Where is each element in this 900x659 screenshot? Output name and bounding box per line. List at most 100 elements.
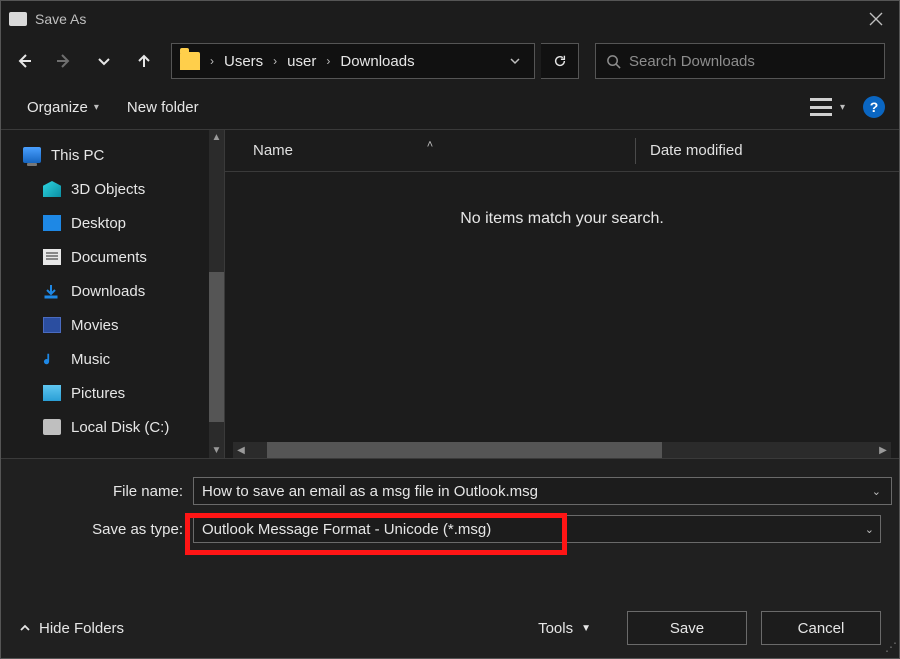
close-button[interactable] — [853, 1, 899, 37]
savetype-row: Save as type: Outlook Message Format - U… — [19, 515, 881, 543]
forward-button[interactable] — [47, 43, 81, 79]
sidebar-label: Movies — [71, 317, 119, 334]
savetype-value: Outlook Message Format - Unicode (*.msg) — [202, 521, 491, 538]
sidebar-label: Music — [71, 351, 110, 368]
documents-icon — [43, 249, 61, 265]
sidebar-label: This PC — [51, 147, 104, 164]
sidebar-label: Downloads — [71, 283, 145, 300]
desktop-icon — [43, 215, 61, 231]
scroll-up-icon[interactable]: ▲ — [209, 130, 224, 145]
arrow-left-icon — [16, 53, 32, 69]
recent-locations-button[interactable] — [87, 43, 121, 79]
arrow-right-icon — [56, 53, 72, 69]
3d-objects-icon — [43, 181, 61, 197]
body-split: This PC 3D Objects Desktop Documents — [1, 129, 899, 458]
chevron-right-icon: › — [204, 54, 220, 68]
tools-menu[interactable]: Tools ▼ — [538, 620, 591, 637]
search-box[interactable] — [595, 43, 885, 79]
new-folder-button[interactable]: New folder — [127, 99, 199, 116]
chevron-down-icon — [509, 55, 521, 67]
toolbar: Organize ▾ New folder ▾ ? — [1, 85, 899, 129]
up-button[interactable] — [127, 43, 161, 79]
scroll-down-icon[interactable]: ▼ — [209, 443, 224, 458]
cancel-button[interactable]: Cancel — [761, 611, 881, 645]
sidebar-label: Pictures — [71, 385, 125, 402]
scroll-left-icon[interactable]: ◀ — [233, 442, 249, 458]
breadcrumb-user[interactable]: user — [283, 53, 320, 70]
sidebar-label: 3D Objects — [71, 181, 145, 198]
sidebar-item-pictures[interactable]: Pictures — [23, 376, 224, 410]
back-button[interactable] — [7, 43, 41, 79]
help-button[interactable]: ? — [863, 96, 885, 118]
filename-input[interactable] — [193, 477, 892, 505]
chevron-up-icon — [19, 622, 31, 634]
address-history-button[interactable] — [500, 44, 530, 78]
sidebar-item-movies[interactable]: Movies — [23, 308, 224, 342]
refresh-button[interactable] — [541, 43, 579, 79]
view-options-button[interactable] — [810, 98, 832, 116]
chevron-right-icon: › — [267, 54, 283, 68]
this-pc-icon — [23, 147, 41, 163]
downloads-icon — [43, 283, 61, 299]
savetype-select[interactable]: Outlook Message Format - Unicode (*.msg)… — [193, 515, 881, 543]
movies-icon — [43, 317, 61, 333]
organize-menu[interactable]: Organize ▾ — [27, 99, 99, 116]
sidebar-item-downloads[interactable]: Downloads — [23, 274, 224, 308]
new-folder-label: New folder — [127, 99, 199, 116]
nav-row: › Users › user › Downloads — [1, 37, 899, 85]
footer: Hide Folders Tools ▼ Save Cancel — [1, 598, 899, 658]
close-icon — [869, 12, 883, 26]
sort-indicator-icon: ˄ — [427, 139, 433, 151]
sidebar-label: Documents — [71, 249, 147, 266]
sidebar-item-this-pc[interactable]: This PC — [23, 138, 224, 172]
app-icon — [9, 12, 27, 26]
filename-row: File name: ⌄ — [19, 477, 881, 505]
search-icon — [606, 54, 621, 69]
window-title: Save As — [35, 11, 86, 27]
pictures-icon — [43, 385, 61, 401]
sidebar-label: Desktop — [71, 215, 126, 232]
sidebar-scrollbar[interactable]: ▲ ▼ — [209, 130, 224, 458]
resize-grip-icon[interactable]: ⋰ — [885, 640, 895, 654]
sidebar-item-desktop[interactable]: Desktop — [23, 206, 224, 240]
breadcrumb-downloads[interactable]: Downloads — [336, 53, 418, 70]
horizontal-scrollbar[interactable]: ◀ ▶ — [233, 442, 891, 458]
sidebar-item-documents[interactable]: Documents — [23, 240, 224, 274]
chevron-down-icon: ⌄ — [865, 523, 874, 536]
address-bar[interactable]: › Users › user › Downloads — [171, 43, 535, 79]
hide-folders-toggle[interactable]: Hide Folders — [19, 620, 124, 637]
sidebar-item-music[interactable]: Music — [23, 342, 224, 376]
column-header-date[interactable]: Date modified — [636, 142, 743, 159]
organize-label: Organize — [27, 99, 88, 116]
refresh-icon — [553, 54, 567, 68]
disk-icon — [43, 419, 61, 435]
chevron-down-icon — [96, 53, 112, 69]
file-list-pane: ˄ Name Date modified No items match your… — [225, 130, 899, 458]
empty-list-message: No items match your search. — [225, 210, 899, 228]
bottom-panel: File name: ⌄ Save as type: Outlook Messa… — [1, 458, 899, 658]
breadcrumb-users[interactable]: Users — [220, 53, 267, 70]
sidebar: This PC 3D Objects Desktop Documents — [1, 130, 225, 458]
folder-icon — [180, 52, 200, 70]
save-button[interactable]: Save — [627, 611, 747, 645]
sidebar-label: Local Disk (C:) — [71, 419, 169, 436]
column-header-name[interactable]: ˄ Name — [225, 142, 635, 159]
savetype-label: Save as type: — [19, 521, 193, 538]
chevron-right-icon: › — [320, 54, 336, 68]
caret-down-icon: ▾ — [94, 102, 99, 113]
scroll-right-icon[interactable]: ▶ — [875, 442, 891, 458]
filename-history-button[interactable]: ⌄ — [872, 485, 881, 498]
sidebar-item-3d-objects[interactable]: 3D Objects — [23, 172, 224, 206]
column-headers: ˄ Name Date modified — [225, 130, 899, 172]
titlebar: Save As — [1, 1, 899, 37]
sidebar-scroll-thumb[interactable] — [209, 272, 224, 422]
caret-down-icon: ▼ — [581, 623, 591, 634]
hscroll-thumb[interactable] — [267, 442, 662, 458]
save-as-dialog: Save As › Users › user › Downloads — [0, 0, 900, 659]
sidebar-item-local-disk[interactable]: Local Disk (C:) — [23, 410, 224, 444]
view-dropdown-button[interactable]: ▾ — [840, 102, 845, 113]
search-input[interactable] — [629, 53, 874, 70]
music-icon — [43, 351, 61, 367]
filename-label: File name: — [19, 483, 193, 500]
arrow-up-icon — [136, 53, 152, 69]
